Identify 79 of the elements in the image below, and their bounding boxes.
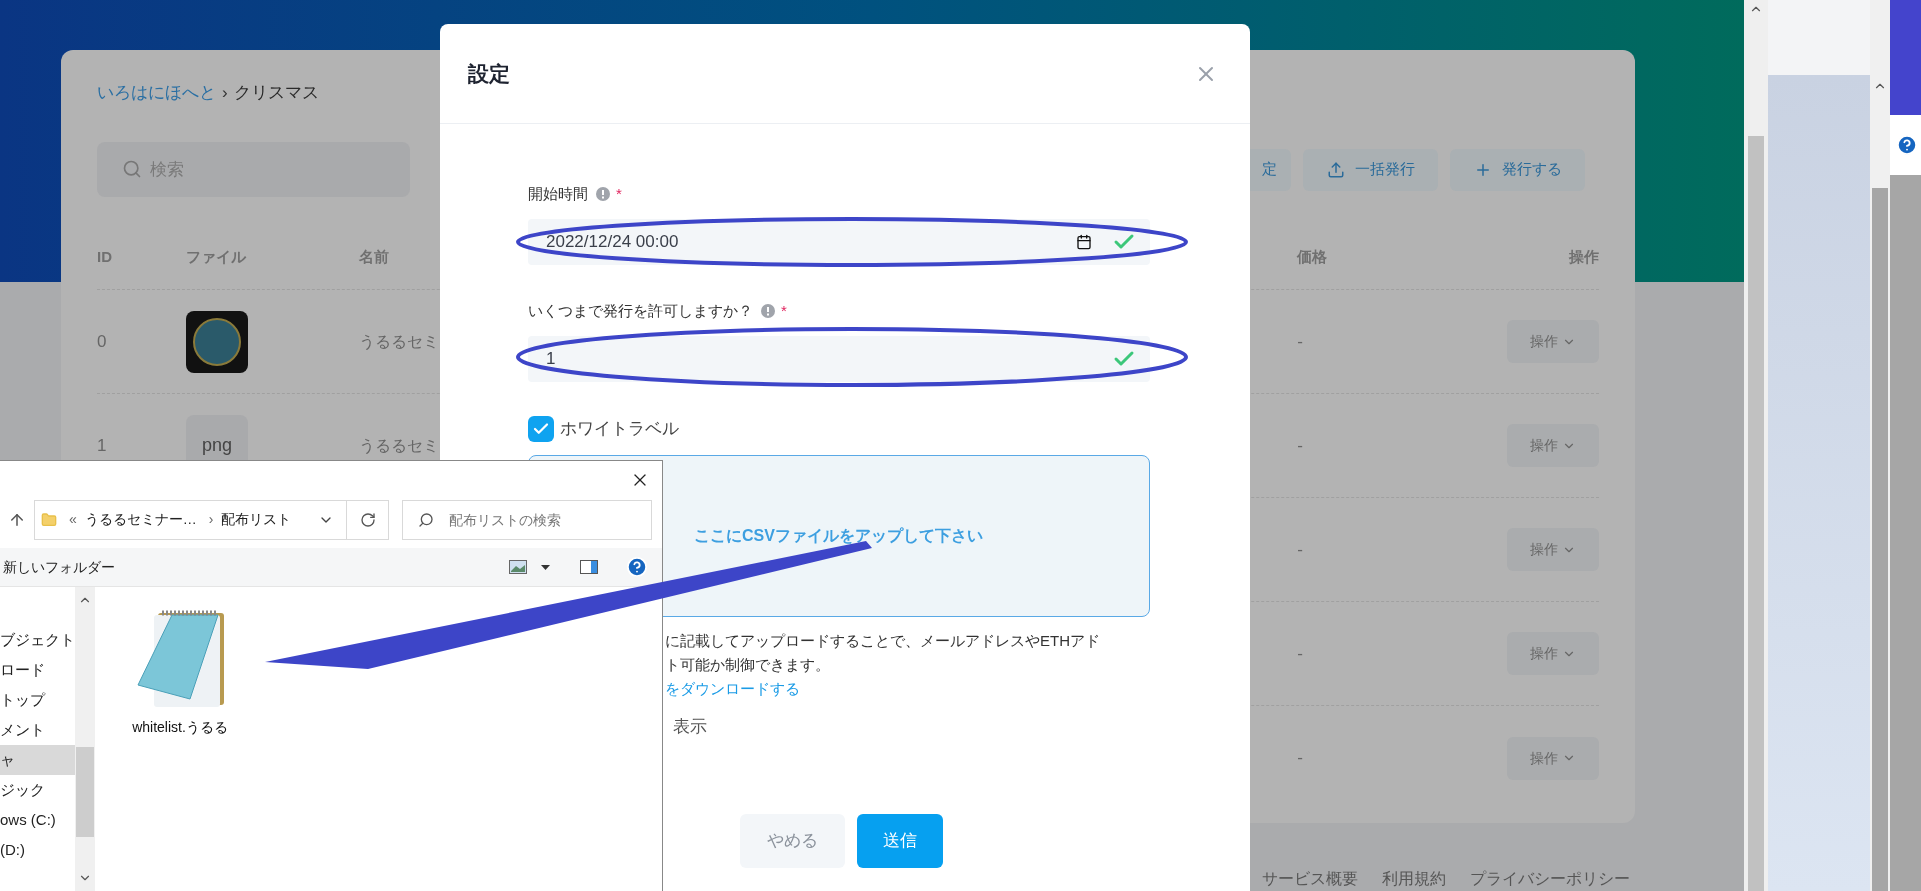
required-mark: * [616,183,622,204]
table-cell: - [1297,539,1303,559]
footer-link[interactable]: サービス概要 [1262,867,1358,891]
table-cell: 0 [97,331,107,351]
action-dropdown[interactable]: 操作 [1507,736,1599,780]
toolbar-button[interactable]: 発行する [1450,148,1585,191]
toolbar-button[interactable]: 一括発行 [1303,148,1438,191]
footer-link[interactable]: 利用規約 [1382,867,1446,891]
file-name[interactable]: whitelist.うるる [132,717,228,738]
table-cell: - [1297,748,1303,768]
refresh-icon [359,511,376,528]
column-header: 名前 [358,246,390,267]
field-label: いくつまで発行を許可しますか？ [528,300,753,321]
table-cell: - [1297,435,1303,455]
table-cell: - [1297,643,1303,663]
search-icon [418,511,434,528]
column-header: ID [97,246,113,267]
checkbox-label: ホワイトラベル [560,418,679,441]
nav-item[interactable]: ロード [0,655,75,685]
nav-item[interactable]: ャ [0,745,75,775]
description-text: ト可能か制御できます。 [665,655,831,675]
dropzone-text: ここにCSVファイルをアップして下さい [694,526,983,546]
scrollbar[interactable] [75,587,95,891]
path-segment[interactable]: うるるセミナー… [84,509,197,530]
upload-icon [1326,160,1345,179]
nav-item[interactable]: トップ [0,685,75,715]
nav-item[interactable]: ブジェクト [0,625,75,655]
thumbnail-image [185,310,248,373]
path-prefix: « [69,510,77,529]
help-icon[interactable] [626,556,648,578]
nav-item[interactable]: ows (C:) [0,805,75,835]
scrollbar-thumb[interactable] [1872,188,1888,891]
scrollbar[interactable] [1870,0,1890,891]
search-icon [122,159,142,179]
action-dropdown[interactable]: 操作 [1507,320,1599,363]
checkbox[interactable] [528,416,554,442]
field-value: 1 [546,348,556,371]
modal-title: 設定 [468,60,510,87]
input-field[interactable]: 1 [528,336,1150,382]
path-segment[interactable]: 配布リスト [221,509,292,530]
action-dropdown[interactable]: 操作 [1507,424,1599,467]
nav-item[interactable]: (D:) [0,835,75,865]
nav-item[interactable]: メント [0,715,75,745]
field-value: 2022/12/24 00:00 [546,231,679,254]
dropdown-caret-icon[interactable] [541,564,550,570]
submit-button[interactable]: 送信 [856,814,943,868]
action-dropdown[interactable]: 操作 [1507,632,1599,675]
view-icon[interactable] [509,560,527,574]
help-icon[interactable] [1896,134,1918,156]
folder-icon [41,511,57,528]
footer-link[interactable]: プライバシーポリシー [1470,867,1630,891]
path-separator: › [208,510,214,529]
preview-pane-icon[interactable] [580,560,598,574]
nav-item[interactable]: ジック [0,775,75,805]
scrollbar-thumb[interactable] [1890,175,1921,891]
field-label: 開始時間 [528,183,588,204]
action-dropdown[interactable]: 操作 [1507,528,1599,571]
table-cell: うるるセミ [358,332,439,350]
breadcrumb-separator: › [222,82,228,105]
column-header: ファイル [185,246,247,267]
breadcrumb-link[interactable]: いろはにほへと [97,80,216,106]
column-header: 価格 [1297,246,1329,267]
scrollbar[interactable] [1744,0,1768,891]
table-cell: - [1297,331,1303,351]
description-text: に記載してアップロードすることで、メールアドレスやETHアド [665,631,1101,651]
breadcrumb-current: クリスマス [233,82,319,105]
info-icon [596,187,610,201]
column-header: 操作 [1568,246,1599,267]
info-icon [761,304,775,318]
cancel-button[interactable]: やめる [739,814,845,868]
new-folder-button[interactable]: 新しいフォルダー [3,556,115,578]
dialog-search-field[interactable]: 配布リストの検索 [402,499,652,540]
table-cell: 1 [97,435,107,455]
toggle-text: 表示 [673,716,708,738]
calendar-icon[interactable] [1076,234,1092,250]
address-bar[interactable]: « うるるセミナー… › 配布リスト [34,499,389,540]
download-link[interactable]: をダウンロードする [665,677,1150,701]
table-cell: うるるセミ [358,436,439,454]
required-mark: * [781,300,787,321]
